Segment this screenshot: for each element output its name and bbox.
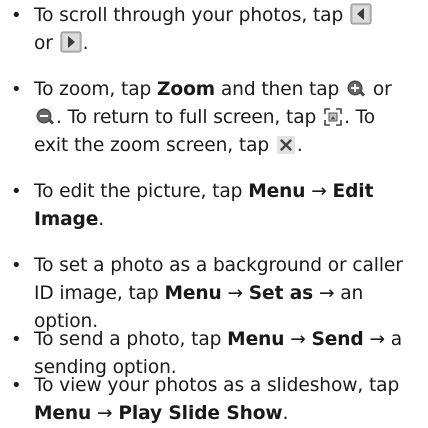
next-arrow-icon bbox=[60, 31, 82, 53]
list-item: To zoom, tap Zoom and then tap or . To r… bbox=[0, 76, 428, 160]
full-screen-icon bbox=[323, 107, 343, 127]
list-item: To view your photos as a slideshow, tap … bbox=[0, 372, 428, 428]
list-item: To scroll through your photos, tap or . bbox=[0, 2, 428, 58]
zoom-out-icon bbox=[35, 107, 55, 127]
instruction-page: To scroll through your photos, tap or . … bbox=[0, 0, 428, 426]
close-icon bbox=[276, 135, 296, 155]
previous-arrow-icon bbox=[350, 3, 372, 25]
zoom-in-icon bbox=[346, 79, 366, 99]
list-item: To set a photo as a background or caller… bbox=[0, 252, 428, 336]
list-item: To edit the picture, tap Menu → Edit Ima… bbox=[0, 178, 428, 234]
